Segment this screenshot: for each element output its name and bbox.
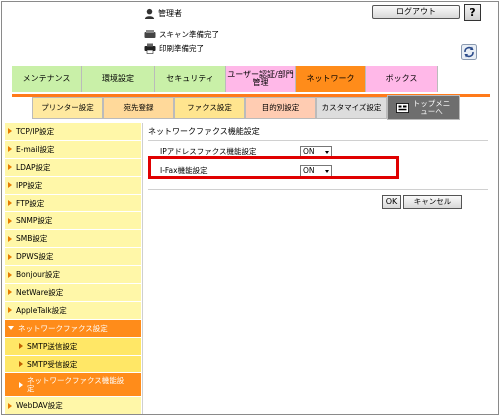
sidebar-item-email[interactable]: E-mail設定 bbox=[5, 140, 141, 159]
arrow-right-icon bbox=[8, 253, 12, 260]
arrow-right-icon bbox=[8, 402, 12, 409]
tab-box[interactable]: ボックス bbox=[366, 66, 438, 92]
page-title: ネットワークファクス機能設定 bbox=[148, 127, 260, 136]
scanner-icon bbox=[144, 29, 156, 38]
sidebar-item-ipp[interactable]: IPP設定 bbox=[5, 176, 141, 195]
sidebar-subitem-network-fax-function[interactable]: ネットワークファクス機能設定 bbox=[5, 373, 141, 398]
title-divider bbox=[148, 140, 488, 141]
user-name: 管理者 bbox=[158, 8, 182, 18]
tab-environment[interactable]: 環境設定 bbox=[82, 66, 155, 92]
subtab-top-menu[interactable]: トップメニューへ bbox=[387, 95, 460, 120]
cancel-button[interactable]: キャンセル bbox=[403, 195, 462, 209]
arrow-right-icon bbox=[19, 361, 23, 368]
sidebar-item-webdav[interactable]: WebDAV設定 bbox=[5, 397, 141, 414]
sidebar-item-dpws[interactable]: DPWS設定 bbox=[5, 248, 141, 267]
subtab-fax[interactable]: ファクス設定 bbox=[174, 97, 245, 119]
arrow-right-icon bbox=[8, 235, 12, 242]
user-icon bbox=[144, 8, 155, 19]
arrow-right-icon bbox=[8, 128, 12, 135]
arrow-right-icon bbox=[8, 200, 12, 206]
top-menu-label: トップメニューへ bbox=[412, 98, 451, 116]
print-status-text: 印刷準備完了 bbox=[159, 43, 204, 53]
logout-button[interactable]: ログアウト bbox=[372, 5, 460, 19]
sidebar-item-snmp[interactable]: SNMP設定 bbox=[5, 212, 141, 231]
sidebar-item-smb[interactable]: SMB設定 bbox=[5, 230, 141, 249]
sidebar: TCP/IP設定 E-mail設定 LDAP設定 IPP設定 FTP設定 SNM… bbox=[5, 123, 141, 414]
scan-status-text: スキャン準備完了 bbox=[159, 29, 219, 39]
sidebar-item-network-fax[interactable]: ネットワークファクス設定 bbox=[5, 319, 141, 338]
arrow-right-icon bbox=[8, 146, 12, 153]
tab-network[interactable]: ネットワーク bbox=[296, 66, 366, 92]
sidebar-item-bonjour[interactable]: Bonjour設定 bbox=[5, 266, 141, 285]
chevron-down-icon bbox=[325, 150, 329, 154]
scan-status: スキャン準備完了 bbox=[144, 28, 219, 40]
tab-security[interactable]: セキュリティ bbox=[155, 66, 226, 92]
subtab-purpose[interactable]: 目的別設定 bbox=[245, 97, 316, 119]
arrow-right-icon bbox=[8, 164, 12, 171]
app-frame: 管理者 ログアウト ? スキャン準備完了 印刷準備完了 メンテナンス 環境設定 … bbox=[1, 1, 499, 415]
refresh-icon[interactable] bbox=[461, 44, 477, 60]
sidebar-item-ftp[interactable]: FTP設定 bbox=[5, 194, 141, 213]
arrow-right-icon bbox=[8, 289, 12, 296]
home-menu-icon bbox=[395, 102, 409, 113]
tab-user-auth[interactable]: ユーザー認証/部門管理 bbox=[226, 66, 296, 92]
content-divider bbox=[142, 123, 143, 414]
sidebar-item-tcpip[interactable]: TCP/IP設定 bbox=[5, 123, 141, 141]
arrow-right-icon bbox=[8, 271, 12, 278]
ok-button[interactable]: OK bbox=[382, 195, 401, 209]
content-bottom-divider bbox=[148, 189, 488, 190]
arrow-right-icon bbox=[19, 381, 23, 388]
sidebar-subitem-smtp-receive[interactable]: SMTP受信設定 bbox=[5, 355, 141, 374]
arrow-right-icon bbox=[8, 307, 12, 314]
user-info: 管理者 bbox=[144, 6, 182, 20]
subtab-customize[interactable]: カスタマイズ設定 bbox=[316, 97, 387, 119]
arrow-right-icon bbox=[8, 182, 12, 189]
arrow-right-icon bbox=[19, 343, 23, 350]
print-status: 印刷準備完了 bbox=[144, 42, 204, 54]
arrow-down-icon bbox=[8, 326, 14, 331]
tab-maintenance[interactable]: メンテナンス bbox=[12, 66, 82, 92]
sidebar-item-ldap[interactable]: LDAP設定 bbox=[5, 158, 141, 177]
subtab-address[interactable]: 宛先登録 bbox=[103, 97, 174, 119]
sidebar-subitem-smtp-send[interactable]: SMTP送信設定 bbox=[5, 337, 141, 356]
help-button[interactable]: ? bbox=[464, 4, 481, 21]
printer-icon bbox=[144, 43, 156, 54]
sidebar-item-netware[interactable]: NetWare設定 bbox=[5, 284, 141, 302]
highlight-box bbox=[148, 156, 399, 179]
sidebar-item-appletalk[interactable]: AppleTalk設定 bbox=[5, 301, 141, 320]
subtab-printer[interactable]: プリンター設定 bbox=[32, 97, 103, 119]
arrow-right-icon bbox=[8, 217, 12, 224]
